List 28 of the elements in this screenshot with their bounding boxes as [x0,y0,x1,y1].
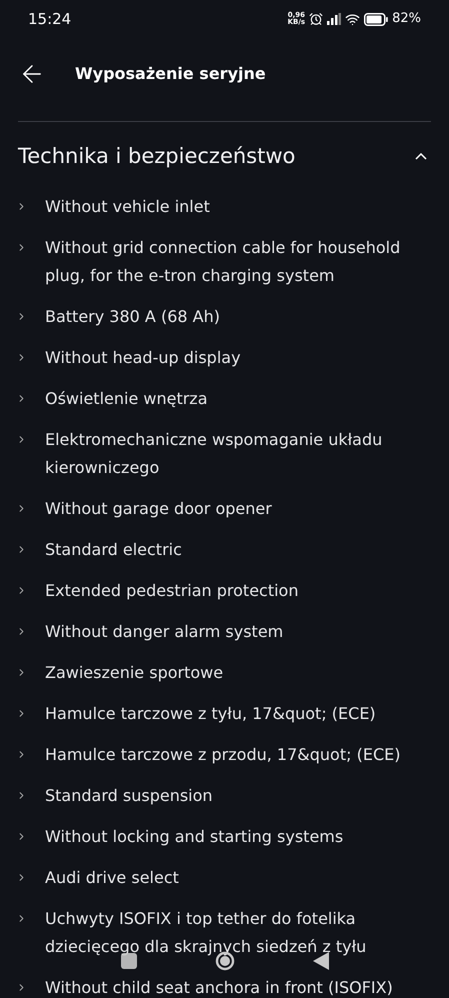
feature-item: Extended pedestrian protection [45,580,298,602]
collapse-icon [415,153,427,160]
alarm-icon [309,12,324,26]
battery-percent: 82% [392,10,421,28]
feature-item: Zawieszenie sportowe [45,662,224,684]
section-header[interactable]: Technika i bezpieczeństwo [0,122,449,192]
feature-item: Audi drive select [45,866,179,888]
feature-item: Without locking and starting systems [45,826,344,848]
clock-time: 15:24 [28,8,72,30]
feature-item: Hamulce tarczowe z tyłu, 17&quot; (ECE) [45,702,376,724]
feature-item: Oświetlenie wnętrza [45,388,208,410]
feature-item: Standard electric [45,538,182,560]
feature-item: Without grid connection cable for household plug, for the e-tron charging system [45,236,402,286]
feature-item: Without child seat anchora in front (ISOFIX) [45,976,393,998]
feature-item: Without danger alarm system [45,620,284,642]
page-title: Wyposażenie seryjne [75,63,266,85]
feature-item: Elektromechaniczne wspomaganie układu kierowniczego [45,428,384,478]
signal-icon [327,13,342,25]
wifi-icon [345,12,360,26]
feature-item: Standard suspension [45,784,213,806]
feature-item: Battery 380 A (68 Ah) [45,306,220,328]
feature-item: Without vehicle inlet [45,196,210,218]
feature-item: Without garage door opener [45,498,272,520]
battery-icon [364,12,388,26]
back-nav-icon[interactable] [312,952,328,970]
feature-item: Uchwyty ISOFIX i top tether do fotelika dziecięcego dla skrajnych siedzeń z tyłu [45,908,368,958]
feature-item: Without head-up display [45,346,241,368]
feature-item: Hamulce tarczowe z przodu, 17&quot; (ECE) [45,744,400,766]
